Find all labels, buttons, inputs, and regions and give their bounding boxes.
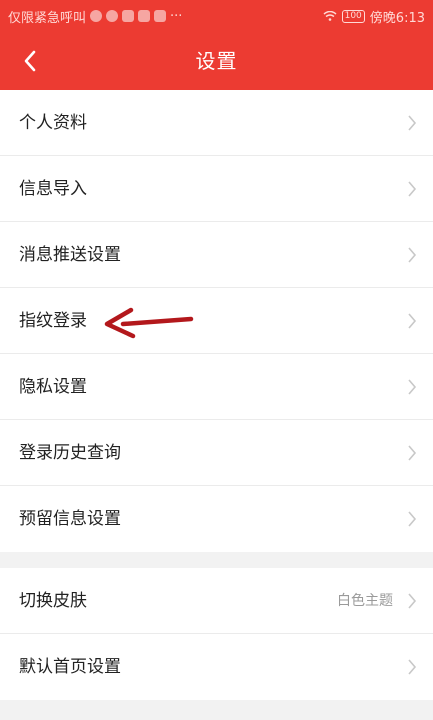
wechat-icon <box>106 10 119 22</box>
settings-group-main: 个人资料 信息导入 消息推送设置 指纹登录 隐私设置 登录历史查询 预留信息设置 <box>0 90 433 552</box>
settings-item-label: 预留信息设置 <box>19 509 121 529</box>
chevron-right-icon <box>408 313 417 329</box>
chevron-right-icon <box>408 659 417 675</box>
settings-item-info-import[interactable]: 信息导入 <box>0 156 433 222</box>
chevron-right-icon <box>408 379 417 395</box>
chevron-right-icon <box>408 445 417 461</box>
wifi-icon <box>323 11 337 21</box>
settings-item-switch-skin[interactable]: 切换皮肤 白色主题 <box>0 568 433 634</box>
settings-item-label: 隐私设置 <box>19 377 87 397</box>
status-bar-right: 100 傍晚6:13 <box>323 7 425 26</box>
settings-item-label: 切换皮肤 <box>19 591 87 611</box>
app-header: 设置 <box>0 32 433 90</box>
annotation-arrow-icon <box>104 307 194 339</box>
settings-item-default-homepage[interactable]: 默认首页设置 <box>0 634 433 700</box>
chevron-right-icon <box>408 247 417 263</box>
settings-group-appearance: 切换皮肤 白色主题 默认首页设置 <box>0 568 433 700</box>
settings-item-label: 消息推送设置 <box>19 245 121 265</box>
shield-icon <box>90 10 103 22</box>
settings-item-label: 指纹登录 <box>19 311 87 331</box>
settings-item-login-history[interactable]: 登录历史查询 <box>0 420 433 486</box>
settings-item-label: 登录历史查询 <box>19 443 121 463</box>
settings-item-personal-info[interactable]: 个人资料 <box>0 90 433 156</box>
status-bar: 仅限紧急呼叫 ··· 100 傍晚6:13 <box>0 0 433 32</box>
settings-item-label: 信息导入 <box>19 179 87 199</box>
status-time: 傍晚6:13 <box>369 10 425 26</box>
settings-item-label: 默认首页设置 <box>19 657 121 677</box>
more-notifications: ··· <box>170 8 183 24</box>
settings-item-label: 个人资料 <box>19 113 87 133</box>
page-title: 设置 <box>195 49 238 73</box>
chevron-right-icon <box>408 593 417 609</box>
settings-item-reserved-info[interactable]: 预留信息设置 <box>0 486 433 552</box>
status-text: 仅限紧急呼叫 <box>8 10 87 26</box>
settings-item-fingerprint-login[interactable]: 指纹登录 <box>0 288 433 354</box>
settings-item-privacy[interactable]: 隐私设置 <box>0 354 433 420</box>
app-icon <box>122 10 135 22</box>
chevron-right-icon <box>408 511 417 527</box>
calendar-icon <box>138 10 151 22</box>
settings-item-push-settings[interactable]: 消息推送设置 <box>0 222 433 288</box>
chevron-right-icon <box>408 181 417 197</box>
current-theme-value: 白色主题 <box>337 593 393 609</box>
home-icon <box>154 10 167 22</box>
status-bar-left: 仅限紧急呼叫 ··· <box>8 7 182 26</box>
chevron-right-icon <box>408 115 417 131</box>
battery-icon: 100 <box>341 9 365 23</box>
